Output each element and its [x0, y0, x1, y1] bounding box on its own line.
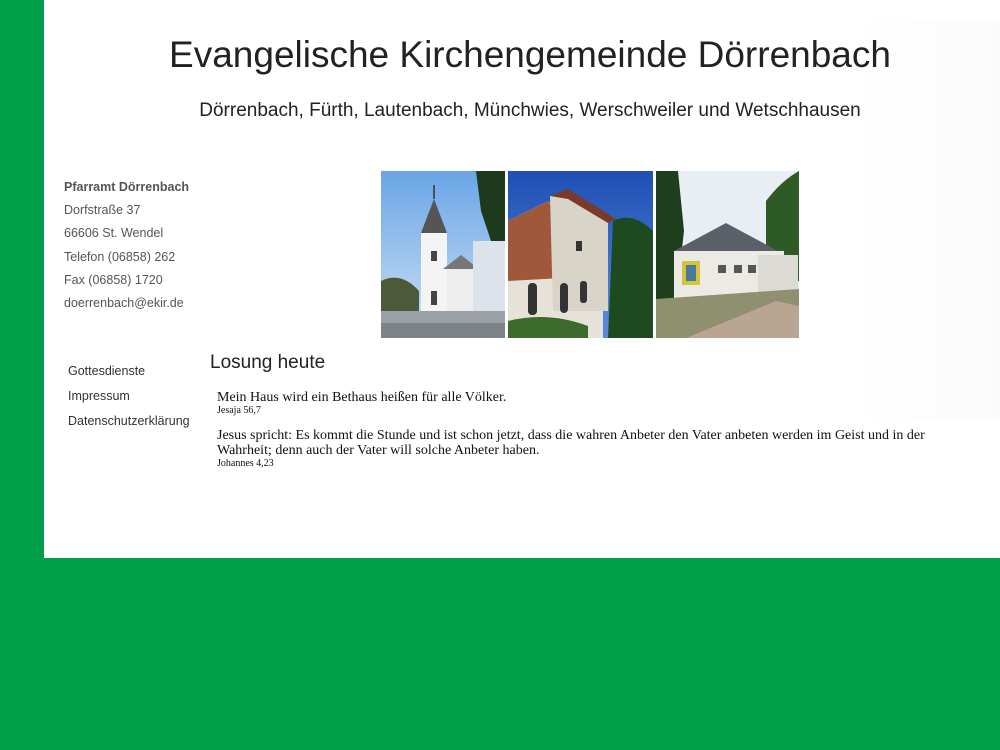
losung-verses: Mein Haus wird ein Bethaus heißen für al…: [217, 390, 957, 481]
main-nav: Gottesdienste Impressum Datenschutzerklä…: [68, 362, 190, 437]
contact-fax: Fax (06858) 1720: [64, 272, 163, 287]
contact-phone: Telefon (06858) 262: [64, 249, 176, 264]
losung-verse-1-text: Mein Haus wird ein Bethaus heißen für al…: [217, 390, 507, 405]
nav-item-gottesdienste[interactable]: Gottesdienste: [68, 362, 190, 387]
losung-verse-1-ref: Jesaja 56,7: [217, 405, 261, 416]
nav-item-datenschutz[interactable]: Datenschutzerklärung: [68, 412, 190, 437]
nav-item-impressum[interactable]: Impressum: [68, 387, 190, 412]
background-fade: [854, 20, 1000, 420]
church-photo-2: [508, 171, 653, 338]
losung-heading: Losung heute: [210, 352, 326, 373]
contact-name: Pfarramt Dörrenbach: [64, 180, 190, 194]
contact-street: Dorfstraße 37: [64, 203, 141, 218]
losung-verse-2-text: Jesus spricht: Es kommt die Stunde und i…: [217, 428, 925, 458]
church-photo-1: [381, 171, 505, 338]
content-panel: Evangelische Kirchengemeinde Dörrenbach …: [44, 0, 1000, 558]
contact-email[interactable]: doerrenbach@ekir.de: [64, 292, 189, 315]
contact-block: Pfarramt Dörrenbach Dorfstraße 37 66606 …: [64, 176, 189, 315]
losung-verse-2-ref: Johannes 4,23: [217, 458, 274, 469]
site-subtitle: Dörrenbach, Fürth, Lautenbach, Münchwies…: [199, 100, 861, 121]
site-title: Evangelische Kirchengemeinde Dörrenbach: [169, 34, 891, 75]
church-photos: [381, 171, 799, 338]
church-photo-3: [656, 171, 799, 338]
contact-city: 66606 St. Wendel: [64, 226, 164, 241]
